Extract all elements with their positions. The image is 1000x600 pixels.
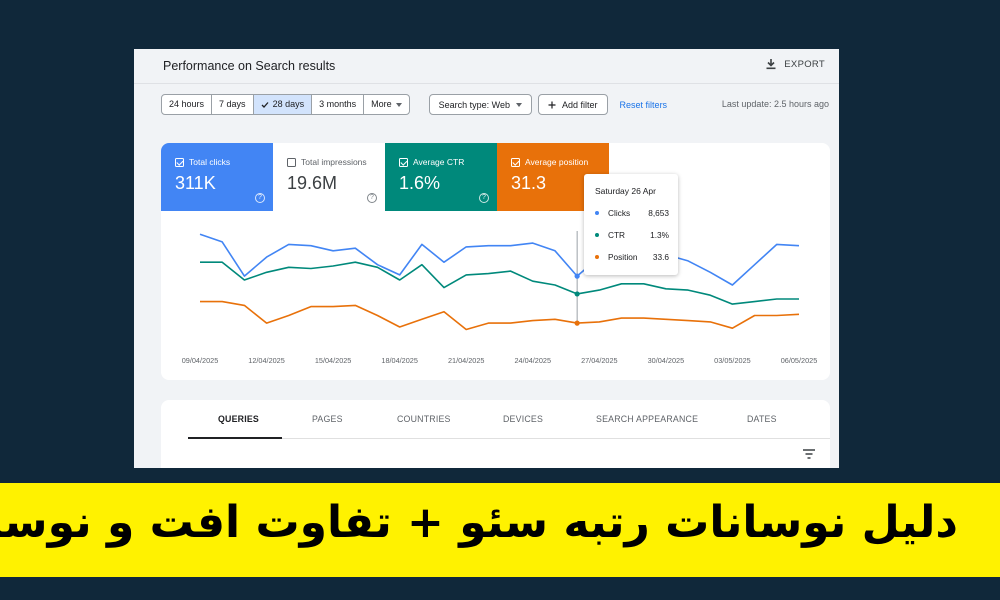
checkbox-checked-icon[interactable] [175, 157, 184, 167]
tooltip-date: Saturday 26 Apr [595, 186, 656, 196]
tab-countries[interactable]: COUNTRIES [397, 414, 451, 424]
tab-pages[interactable]: PAGES [312, 414, 343, 424]
header-bar: Performance on Search results EXPORT [134, 49, 839, 84]
page-title: Performance on Search results [163, 59, 336, 73]
filter-rows-icon[interactable] [802, 448, 816, 460]
report-tabs-card: QUERIES PAGES COUNTRIES DEVICES SEARCH A… [161, 400, 830, 468]
metric-value: 311K [175, 173, 216, 193]
help-icon[interactable]: ? [255, 193, 265, 203]
checkbox-checked-icon[interactable] [511, 157, 520, 167]
x-tick-label: 06/05/2025 [781, 356, 818, 365]
metric-value: 31.3 [511, 173, 547, 193]
x-tick-label: 03/05/2025 [714, 356, 751, 365]
date-24-hours[interactable]: 24 hours [162, 95, 213, 114]
date-28-days[interactable]: 28 days [253, 95, 313, 114]
add-filter-button[interactable]: Add filter [538, 94, 608, 115]
tooltip-row-ctr: CTR 1.3% [595, 230, 669, 240]
performance-line-chart[interactable]: 09/04/2025 12/04/2025 15/04/2025 18/04/2025… [161, 211, 830, 380]
tab-queries[interactable]: QUERIES [218, 414, 259, 424]
highlight-point-position [574, 320, 580, 326]
banner-title: دلیل نوسانات رتبه سئو + تفاوت افت و نوسا… [0, 497, 958, 548]
download-icon [766, 59, 776, 70]
search-console-screenshot: Performance on Search results EXPORT 24 … [134, 49, 839, 468]
checkbox-checked-icon[interactable] [399, 157, 408, 167]
series-dot-icon [595, 255, 599, 259]
tooltip-row-clicks: Clicks 8,653 [595, 208, 669, 218]
x-tick-label: 09/04/2025 [182, 356, 219, 365]
x-tick-label: 15/04/2025 [315, 356, 352, 365]
last-update-text: Last update: 2.5 hours ago [721, 99, 829, 109]
filter-bar: 24 hours 7 days 28 days 3 months More Se… [161, 94, 667, 115]
x-tick-label: 24/04/2025 [515, 356, 552, 365]
tab-dates[interactable]: DATES [747, 414, 777, 424]
metric-total-clicks[interactable]: Total clicks 311K ? [161, 143, 273, 211]
checkbox-unchecked-icon[interactable] [287, 157, 296, 167]
export-button[interactable]: EXPORT [765, 58, 825, 70]
reset-filters-link[interactable]: Reset filters [620, 100, 668, 110]
check-icon [261, 101, 269, 108]
highlight-point-ctr [574, 291, 580, 297]
chart-tooltip: Saturday 26 Apr Clicks 8,653 CTR 1.3% Po… [584, 174, 678, 275]
date-3-months[interactable]: 3 months [312, 95, 365, 114]
metric-value: 19.6M [287, 173, 338, 193]
chevron-down-icon [516, 102, 523, 107]
export-label: EXPORT [784, 58, 825, 70]
tab-devices[interactable]: DEVICES [503, 414, 543, 424]
series-dot-icon [595, 233, 599, 237]
help-icon[interactable]: ? [479, 193, 489, 203]
metric-average-ctr[interactable]: Average CTR 1.6% ? [385, 143, 497, 211]
plus-icon [548, 101, 556, 108]
tabs-divider [188, 438, 830, 439]
tab-search-appearance[interactable]: SEARCH APPEARANCE [596, 414, 698, 424]
chevron-down-icon [395, 102, 402, 107]
x-tick-label: 12/04/2025 [248, 356, 285, 365]
search-type-dropdown[interactable]: Search type: Web [428, 94, 533, 115]
series-line-position [200, 300, 800, 331]
active-tab-indicator [188, 437, 282, 439]
highlight-point-clicks [574, 273, 580, 279]
tooltip-row-position: Position 33.6 [595, 252, 669, 262]
date-range-group: 24 hours 7 days 28 days 3 months More [161, 94, 410, 115]
x-tick-label: 21/04/2025 [448, 356, 485, 365]
x-tick-label: 18/04/2025 [381, 356, 418, 365]
series-line-clicks [199, 233, 800, 286]
date-7-days[interactable]: 7 days [212, 95, 254, 114]
help-icon[interactable]: ? [367, 193, 377, 203]
series-dot-icon [595, 211, 599, 215]
x-tick-label: 27/04/2025 [581, 356, 618, 365]
title-banner: دلیل نوسانات رتبه سئو + تفاوت افت و نوسا… [0, 483, 1000, 577]
series-line-ctr [200, 261, 799, 305]
performance-chart-card: Total clicks 311K ? Total impressions 19… [161, 143, 830, 380]
date-more-dropdown[interactable]: More [364, 95, 409, 114]
x-tick-label: 30/04/2025 [648, 356, 685, 365]
metric-value: 1.6% [399, 173, 441, 193]
metric-total-impressions[interactable]: Total impressions 19.6M ? [273, 143, 385, 211]
